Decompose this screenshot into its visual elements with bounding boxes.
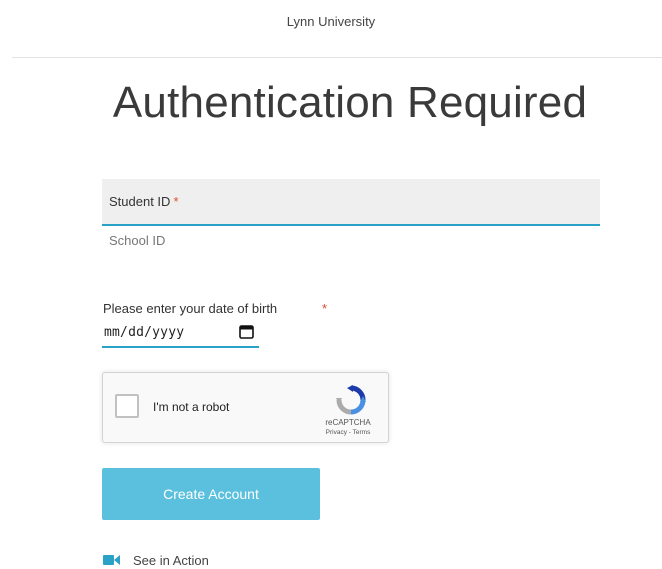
see-in-action-label: See in Action: [133, 553, 209, 568]
student-id-field[interactable]: Student ID *: [102, 179, 600, 226]
recaptcha-logo-icon: [336, 385, 366, 415]
university-name: Lynn University: [286, 14, 376, 29]
student-id-helper-text: School ID: [109, 233, 166, 248]
calendar-icon[interactable]: [239, 324, 254, 339]
video-camera-icon: [103, 555, 120, 565]
recaptcha-label: I'm not a robot: [153, 400, 230, 414]
dob-required-asterisk: *: [322, 301, 328, 316]
required-asterisk: *: [173, 194, 179, 209]
create-account-button[interactable]: Create Account: [102, 468, 320, 520]
header-divider: [12, 57, 662, 58]
dob-input[interactable]: mm/dd/yyyy: [102, 318, 259, 348]
recaptcha-brand: reCAPTCHA: [325, 418, 371, 427]
page-title: Authentication Required: [112, 78, 588, 127]
recaptcha-checkbox[interactable]: [115, 394, 139, 418]
dob-placeholder: mm/dd/yyyy: [104, 325, 185, 340]
dob-label: Please enter your date of birth: [103, 301, 278, 316]
recaptcha-widget: I'm not a robot reCAPTCHA Privacy - Term…: [102, 372, 389, 443]
recaptcha-privacy-terms-links[interactable]: Privacy - Terms: [308, 429, 388, 436]
student-id-label: Student ID *: [109, 194, 179, 209]
